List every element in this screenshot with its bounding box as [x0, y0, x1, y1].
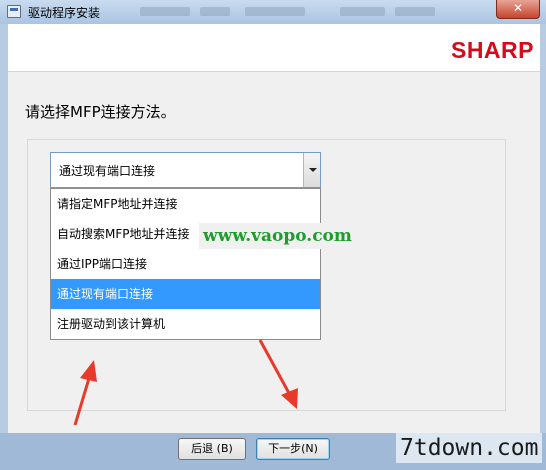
dropdown-option[interactable]: 通过IPP端口连接 — [51, 249, 320, 279]
combobox-selected-value: 通过现有端口连接 — [59, 164, 156, 178]
header-banner: SHARP — [8, 24, 540, 72]
title-bar[interactable]: 驱动程序安装 ✕ — [0, 0, 546, 24]
next-button[interactable]: 下一步(N) — [256, 438, 330, 460]
window-title: 驱动程序安装 — [28, 6, 101, 20]
dropdown-option[interactable]: 请指定MFP地址并连接 — [51, 189, 320, 219]
blurred-background-text — [245, 7, 305, 16]
connection-method-dropdown-list[interactable]: 请指定MFP地址并连接 自动搜索MFP地址并连接 通过IPP端口连接 通过现有端… — [50, 188, 321, 340]
corner-watermark: 7tdown.com — [396, 433, 543, 463]
blurred-background-text — [200, 7, 230, 16]
blurred-background-text — [340, 7, 385, 16]
sharp-logo: SHARP — [450, 37, 534, 63]
page-question: 请选择MFP连接方法。 — [25, 103, 176, 121]
chevron-down-icon[interactable] — [303, 153, 320, 187]
close-button[interactable]: ✕ — [496, 0, 540, 19]
back-button[interactable]: 后退 (B) — [178, 438, 246, 460]
dropdown-option-selected[interactable]: 通过现有端口连接 — [51, 279, 320, 309]
blurred-background-text — [140, 7, 190, 16]
close-icon: ✕ — [512, 1, 524, 15]
blurred-background-text — [395, 7, 435, 16]
watermark-text: www.vaopo.com — [199, 223, 356, 249]
installer-icon — [7, 5, 21, 18]
connection-method-combobox[interactable]: 通过现有端口连接 — [50, 152, 321, 188]
dropdown-option[interactable]: 注册驱动到该计算机 — [51, 309, 320, 339]
